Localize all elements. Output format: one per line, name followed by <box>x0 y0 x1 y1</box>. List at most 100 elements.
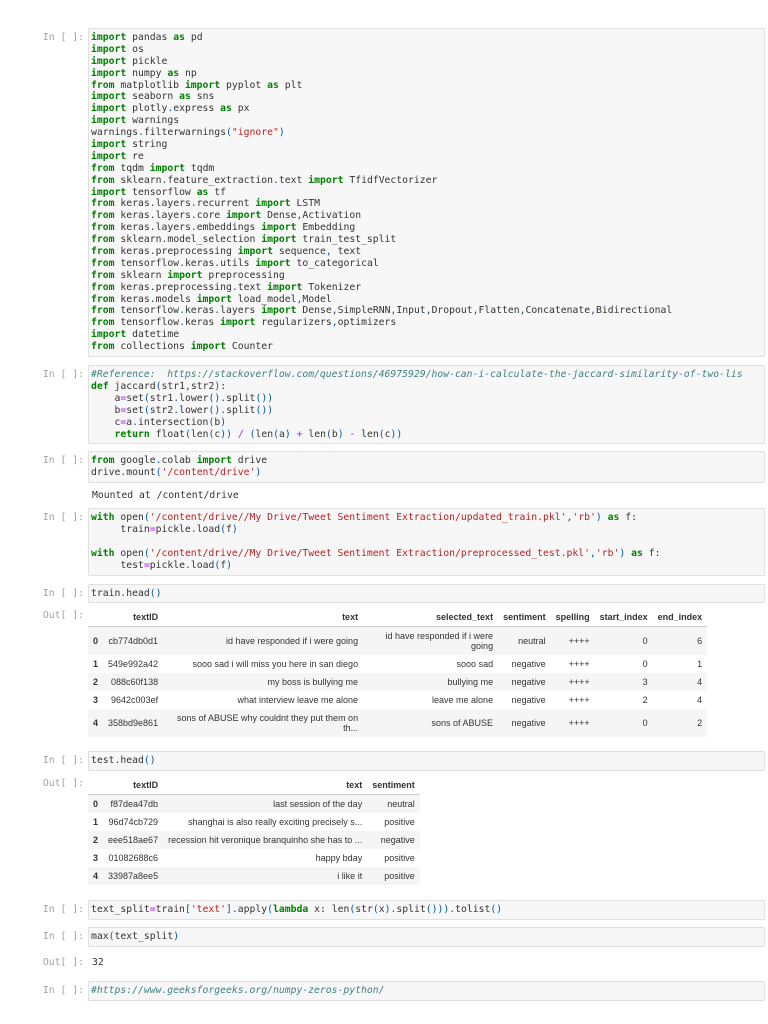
row-index: 1 <box>93 659 99 670</box>
table-cell: 2 <box>642 695 648 706</box>
table-cell: id have responded if i were going <box>385 631 494 652</box>
table-cell: ++++ <box>568 718 590 729</box>
table-cell: 0 <box>642 636 648 647</box>
column-header: text <box>163 608 364 628</box>
table-cell: neutral <box>387 799 415 810</box>
code-line: from keras.models import load_model,Mode… <box>91 293 332 305</box>
code-editor[interactable]: train.head() <box>88 583 765 604</box>
table-row: 1 549e992a42 sooo sad i will miss you here… <box>88 655 707 673</box>
row-index: 3 <box>93 695 99 706</box>
column-header: textID <box>103 776 164 796</box>
code-line: #Reference: https://stackoverflow.com/qu… <box>91 369 743 381</box>
table-row: 3 9642c003ef what interview leave me alone… <box>88 691 707 709</box>
code-line: from tensorflow.keras.utils import to_ca… <box>91 257 379 269</box>
table-row: 2 088c60f138 my boss is bullying me bullyin… <box>88 673 708 692</box>
row-index: 3 <box>93 853 99 864</box>
in-prompt: In [ ]: <box>42 985 84 996</box>
table-cell: sons of ABUSE why couldnt they put them … <box>176 713 359 734</box>
code-line: import warnings <box>91 115 180 127</box>
dataframe-table: textID text selected_text sentiment spelling… <box>88 608 708 738</box>
table-cell: ++++ <box>568 636 590 647</box>
in-prompt: In [ ]: <box>42 904 84 916</box>
table-row: 1 96d74cb729 shanghai is also really excit… <box>88 813 420 831</box>
code-line: test=pickle.load(f) <box>91 559 232 571</box>
stream-output: Mounted at /content/drive <box>92 490 239 502</box>
table-cell: cb774db0d1 <box>108 636 159 647</box>
code-line: import re <box>91 150 144 162</box>
code-cell: In [ ]: #Reference: https://stackoverflow… <box>0 365 768 445</box>
code-line: from collections import Counter <box>91 341 273 353</box>
code-line: text_split=train['text'].apply(lambda x:… <box>91 904 503 916</box>
code-line: #https://www.geeksforgeeks.org/numpy-zer… <box>91 985 385 996</box>
table-cell: last session of the day <box>273 799 363 810</box>
code-editor[interactable]: #https://www.geeksforgeeks.org/numpy-zer… <box>88 981 765 1001</box>
column-header: selected_text <box>363 608 499 628</box>
row-index: 4 <box>93 718 99 729</box>
table-cell: recession hit veronique branquinho she h… <box>168 835 363 846</box>
column-header <box>88 776 104 796</box>
table-cell: leave me alone <box>432 695 494 706</box>
code-line: from keras.preprocessing import sequence… <box>91 246 362 258</box>
code-line: from sklearn import preprocessing <box>91 269 285 281</box>
code-line: with open('/content/drive//My Drive/Twee… <box>91 512 637 524</box>
column-header: sentiment <box>498 608 551 628</box>
in-prompt: In [ ]: <box>42 931 84 943</box>
row-index: 2 <box>93 835 99 846</box>
code-line: import tensorflow as tf <box>91 186 227 198</box>
code-cell: In [ ]: test.head() <box>0 751 768 772</box>
column-header: spelling <box>550 608 595 628</box>
code-cell: In [ ]: train.head() <box>0 583 768 604</box>
code-editor[interactable]: import pandas as pd import os import pickl… <box>88 28 765 358</box>
code-editor[interactable]: #Reference: https://stackoverflow.com/qu… <box>88 365 765 445</box>
table-cell: 2 <box>697 718 703 729</box>
code-editor[interactable]: text_split=train['text'].apply(lambda x:… <box>88 900 765 921</box>
code-line: from keras.layers.embeddings import Embe… <box>91 222 356 234</box>
table-cell: 0 <box>642 659 648 670</box>
table-cell: 4 <box>697 695 703 706</box>
in-prompt: In [ ]: <box>42 512 84 524</box>
notebook: In [ ]: import pandas as pd import os impor… <box>0 28 768 1009</box>
table-cell: 3 <box>642 677 648 688</box>
output-area: Out[ ]: textID text selected_text sentiment s… <box>0 606 768 738</box>
in-prompt: In [ ]: <box>42 455 84 467</box>
code-line: import os <box>91 43 144 55</box>
table-cell: eee518ae67 <box>108 835 159 846</box>
table-cell: f87dea47db <box>110 799 159 810</box>
row-index: 0 <box>93 799 99 810</box>
in-prompt: In [ ]: <box>42 587 84 599</box>
code-line: train=pickle.load(f) <box>91 523 238 535</box>
code-line: drive.mount('/content/drive') <box>91 467 262 479</box>
table-cell: neutral <box>518 636 546 647</box>
row-index: 1 <box>93 817 99 828</box>
table-row: 2 eee518ae67 recession hit veronique branq… <box>88 831 420 850</box>
column-header: end_index <box>652 608 708 628</box>
table-cell: 0 <box>642 718 648 729</box>
table-cell: 088c60f138 <box>111 677 159 688</box>
table-cell: what interview leave me alone <box>237 695 359 706</box>
code-line: import string <box>91 139 168 151</box>
code-line: with open('/content/drive//My Drive/Twee… <box>91 547 661 559</box>
row-index: 2 <box>93 677 99 688</box>
code-editor[interactable]: from google.colab import drive drive.moun… <box>88 451 765 484</box>
in-prompt: In [ ]: <box>42 32 84 43</box>
table-cell: sooo sad i will miss you here in san die… <box>192 659 359 670</box>
code-line: import pickle <box>91 55 168 67</box>
table-cell: ++++ <box>568 677 590 688</box>
code-cell: In [ ]: text_split=train['text'].apply(la… <box>0 900 768 921</box>
code-editor[interactable]: with open('/content/drive//My Drive/Twee… <box>88 508 765 576</box>
code-line: from sklearn.feature_extraction.text imp… <box>91 174 438 186</box>
table-row: 3 01082688c6 happy bday positive <box>88 849 420 867</box>
table-cell: positive <box>384 817 415 828</box>
code-editor[interactable]: test.head() <box>88 751 765 772</box>
table-cell: 96d74cb729 <box>108 817 159 828</box>
code-editor[interactable]: max(text_split) <box>88 927 765 948</box>
table-cell: ++++ <box>568 695 590 706</box>
code-line: max(text_split) <box>91 931 180 943</box>
code-line: from keras.layers.core import Dense,Acti… <box>91 210 362 222</box>
table-cell: positive <box>384 871 415 882</box>
table-cell: 549e992a42 <box>108 659 159 670</box>
output-area: Mounted at /content/drive <box>0 486 768 502</box>
code-line: from sklearn.model_selection import trai… <box>91 234 397 246</box>
code-line: from keras.preprocessing.text import Tok… <box>91 281 362 293</box>
table-cell: bullying me <box>447 677 494 688</box>
